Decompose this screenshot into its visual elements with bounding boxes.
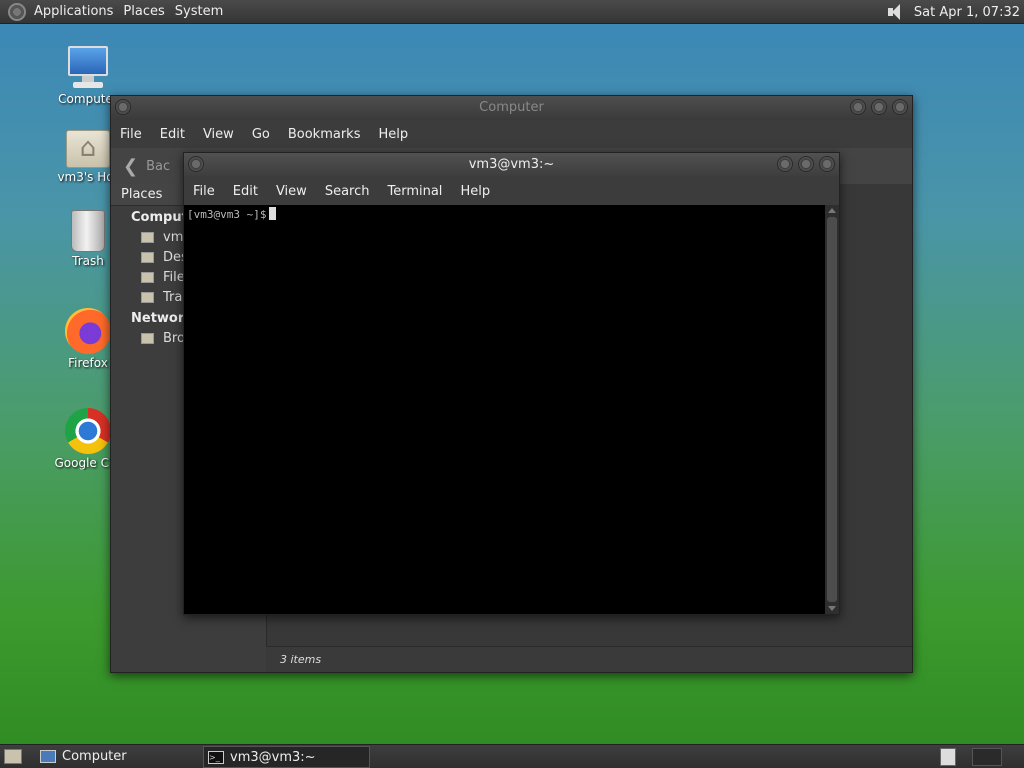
window-title: Computer	[479, 100, 544, 115]
clock[interactable]: Sat Apr 1, 07:32	[914, 5, 1020, 20]
back-arrow-icon[interactable]: ❮	[123, 156, 138, 177]
taskbar-item-terminal[interactable]: >_ vm3@vm3:~	[203, 746, 370, 768]
file-manager-titlebar[interactable]: Computer	[111, 96, 912, 120]
drive-icon	[141, 272, 154, 283]
menu-file[interactable]: File	[111, 127, 151, 142]
menu-help[interactable]: Help	[369, 127, 417, 142]
home-icon	[141, 232, 154, 243]
menu-edit[interactable]: Edit	[151, 127, 194, 142]
maximize-button[interactable]	[871, 99, 887, 115]
firefox-icon	[65, 308, 111, 354]
distro-logo-icon[interactable]	[8, 2, 26, 21]
menu-applications[interactable]: Applications	[32, 4, 121, 19]
taskbar-item-label: Computer	[62, 749, 127, 764]
terminal-scrollbar[interactable]	[825, 205, 839, 614]
volume-icon[interactable]	[886, 3, 906, 21]
show-desktop-icon[interactable]	[4, 749, 22, 764]
menu-search[interactable]: Search	[316, 184, 379, 199]
scroll-up-icon[interactable]	[828, 208, 836, 213]
minimize-button[interactable]	[850, 99, 866, 115]
menu-terminal[interactable]: Terminal	[378, 184, 451, 199]
computer-icon	[40, 750, 56, 763]
menu-view[interactable]: View	[267, 184, 316, 199]
minimize-button[interactable]	[777, 156, 793, 172]
taskbar-item-computer[interactable]: Computer	[36, 746, 200, 768]
scrollbar-thumb[interactable]	[827, 217, 837, 602]
sidebar-item-label: Bro	[163, 331, 185, 346]
trash-icon	[71, 210, 105, 252]
menu-edit[interactable]: Edit	[224, 184, 267, 199]
sidebar-item-label: File	[163, 270, 185, 285]
shell-prompt: [vm3@vm3 ~]$	[187, 208, 267, 221]
workspace-switcher[interactable]	[972, 748, 1002, 766]
terminal-titlebar[interactable]: vm3@vm3:~	[184, 153, 839, 177]
window-menu-icon[interactable]	[188, 156, 204, 172]
bottom-panel: Computer >_ vm3@vm3:~	[0, 744, 1024, 768]
maximize-button[interactable]	[798, 156, 814, 172]
workspace-switcher-active[interactable]	[940, 748, 956, 766]
chrome-icon	[65, 408, 111, 454]
terminal-window[interactable]: vm3@vm3:~ File Edit View Search Terminal…	[183, 152, 840, 615]
terminal-icon: >_	[208, 751, 224, 764]
menu-view[interactable]: View	[194, 127, 243, 142]
status-bar: 3 items	[266, 646, 912, 672]
network-icon	[141, 333, 154, 344]
scroll-down-icon[interactable]	[828, 606, 836, 611]
top-panel: Applications Places System Sat Apr 1, 07…	[0, 0, 1024, 24]
menu-system[interactable]: System	[173, 4, 231, 19]
menu-go[interactable]: Go	[243, 127, 279, 142]
menu-file[interactable]: File	[184, 184, 224, 199]
text-cursor	[269, 207, 277, 220]
taskbar-item-label: vm3@vm3:~	[230, 750, 316, 765]
window-menu-icon[interactable]	[115, 99, 131, 115]
window-title: vm3@vm3:~	[468, 157, 555, 172]
trash-icon	[141, 292, 154, 303]
desktop-folder-icon	[141, 252, 154, 263]
computer-icon	[65, 46, 111, 90]
terminal-output[interactable]: [vm3@vm3 ~]$	[184, 205, 825, 614]
terminal-menubar: File Edit View Search Terminal Help	[184, 177, 839, 205]
close-button[interactable]	[892, 99, 908, 115]
menu-help[interactable]: Help	[451, 184, 499, 199]
back-button[interactable]: Bac	[146, 159, 170, 174]
menu-places[interactable]: Places	[121, 4, 172, 19]
close-button[interactable]	[819, 156, 835, 172]
panel-tray: Sat Apr 1, 07:32	[886, 0, 1020, 24]
home-folder-icon	[66, 130, 110, 168]
menu-bookmarks[interactable]: Bookmarks	[279, 127, 370, 142]
file-manager-menubar: File Edit View Go Bookmarks Help	[111, 120, 912, 148]
